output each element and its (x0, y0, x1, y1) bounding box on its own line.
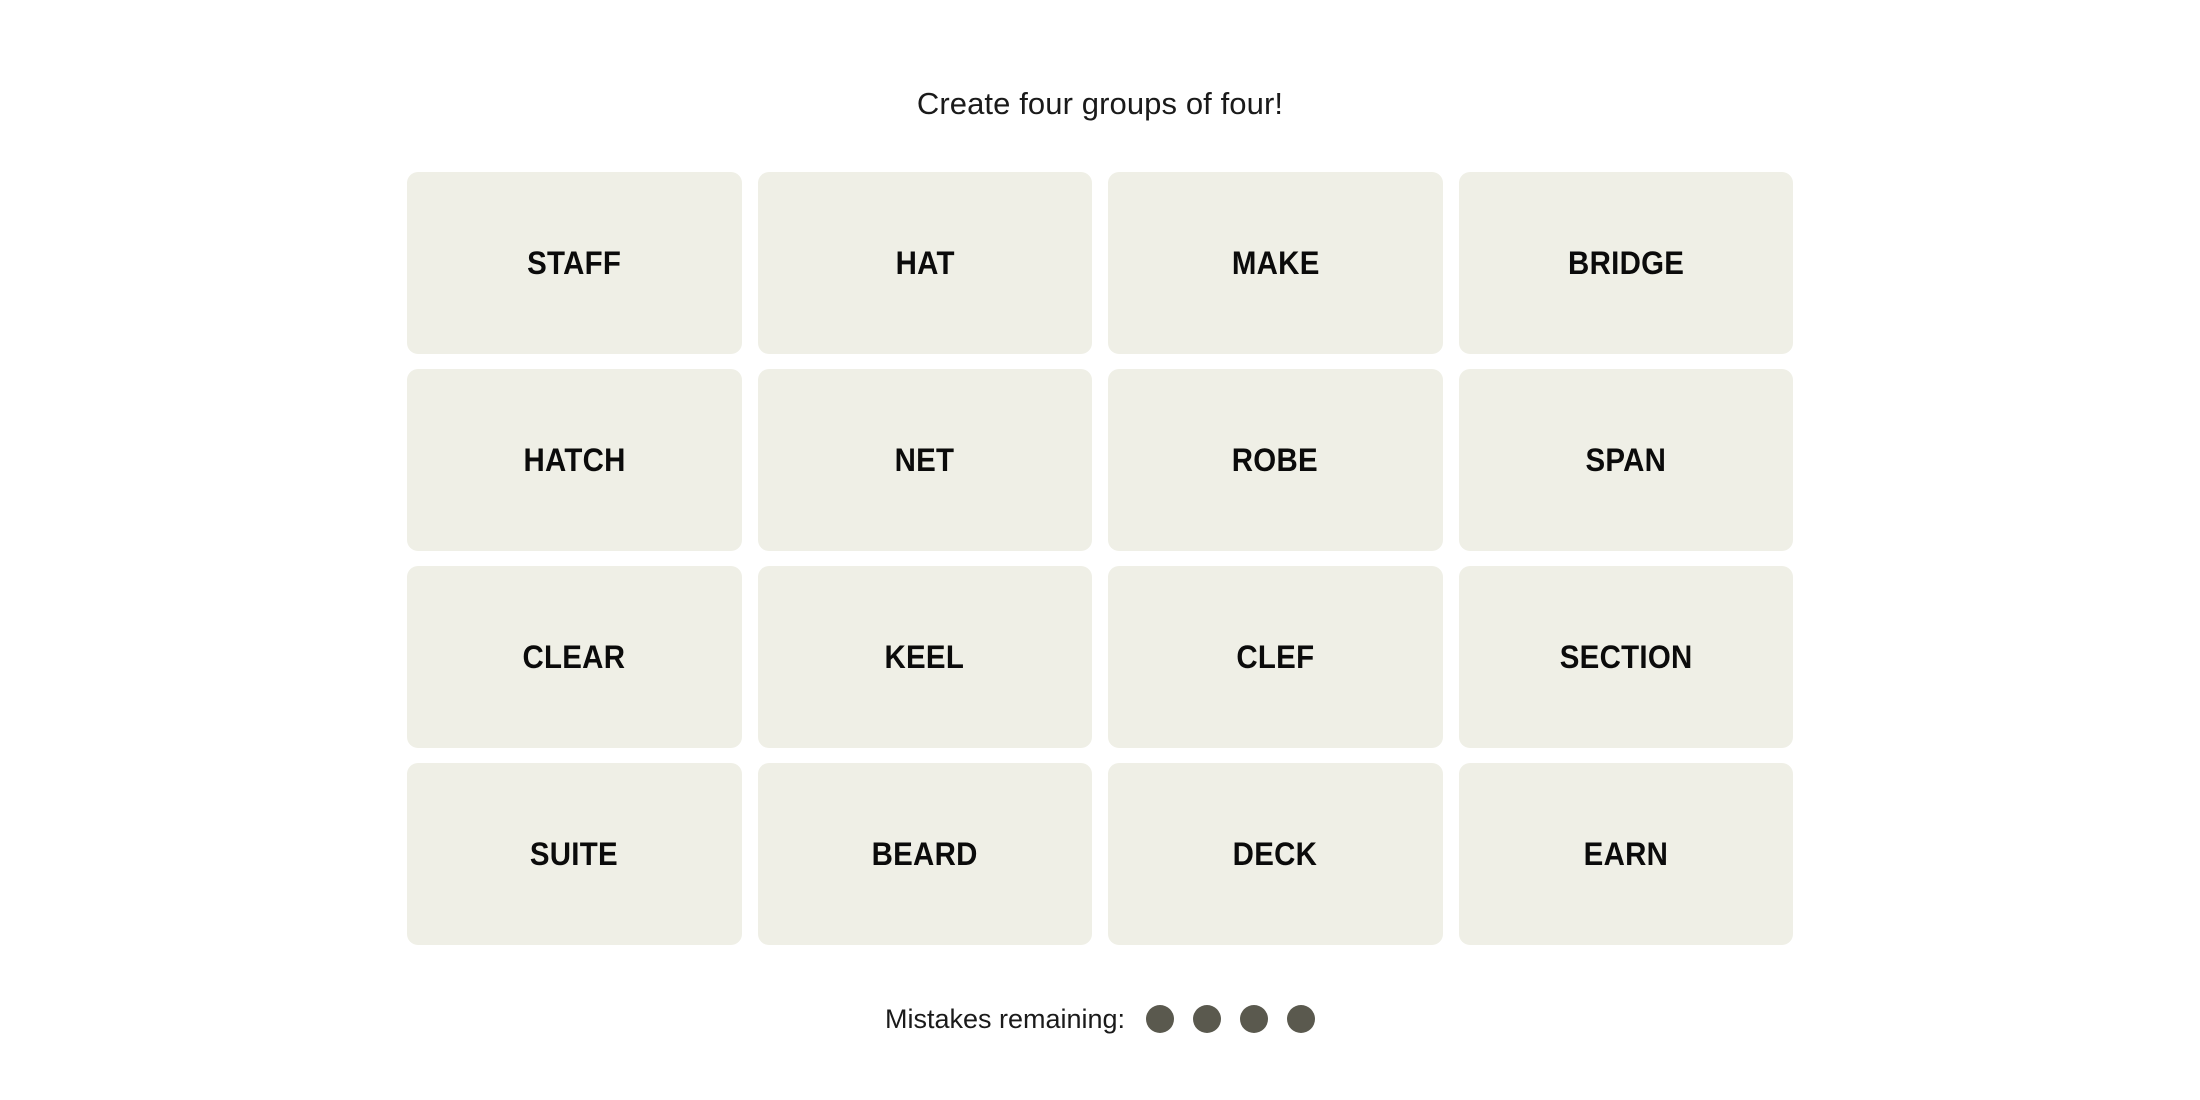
word-tile-label: CLEF (1236, 639, 1315, 675)
word-tile-robe[interactable]: ROBE (1108, 369, 1443, 551)
word-tile-label: SUITE (530, 836, 619, 872)
word-tile-net[interactable]: NET (757, 369, 1092, 551)
mistake-dot-icon (1287, 1005, 1316, 1033)
word-tile-label: KEEL (884, 639, 965, 675)
word-tile-hat[interactable]: HAT (757, 172, 1092, 354)
word-tile-staff[interactable]: STAFF (407, 172, 742, 354)
mistake-dot-icon (1193, 1005, 1222, 1033)
mistakes-remaining: Mistakes remaining: (884, 1003, 1316, 1034)
word-tile-label: DECK (1232, 836, 1318, 872)
word-tile-clear[interactable]: CLEAR (407, 566, 742, 748)
word-tile-span[interactable]: SPAN (1458, 369, 1793, 551)
word-tile-label: BEARD (871, 836, 978, 872)
word-tile-label: NET (894, 442, 955, 478)
mistakes-dot-group (1146, 1005, 1316, 1033)
word-tile-label: SECTION (1559, 639, 1693, 675)
mistakes-remaining-label: Mistakes remaining: (884, 1003, 1126, 1034)
mistake-dot-icon (1240, 1005, 1269, 1033)
word-tile-label: BRIDGE (1567, 245, 1684, 281)
word-tile-make[interactable]: MAKE (1108, 172, 1443, 354)
word-tile-earn[interactable]: EARN (1458, 763, 1793, 945)
word-tile-label: SPAN (1585, 442, 1667, 478)
word-tile-section[interactable]: SECTION (1458, 566, 1793, 748)
word-tile-label: CLEAR (522, 639, 626, 675)
mistake-dot-icon (1146, 1005, 1175, 1033)
word-tile-hatch[interactable]: HATCH (407, 369, 742, 551)
page-title: Create four groups of four! (916, 86, 1284, 121)
connections-game: Create four groups of four! STAFF HAT MA… (0, 0, 2200, 1100)
word-tile-deck[interactable]: DECK (1108, 763, 1443, 945)
word-tile-beard[interactable]: BEARD (757, 763, 1092, 945)
word-tile-label: MAKE (1231, 245, 1320, 281)
word-tile-label: HAT (895, 245, 955, 281)
word-tile-keel[interactable]: KEEL (757, 566, 1092, 748)
word-tile-label: HATCH (523, 442, 626, 478)
word-tile-suite[interactable]: SUITE (407, 763, 742, 945)
word-tile-label: ROBE (1232, 442, 1319, 478)
word-tile-label: STAFF (527, 245, 622, 281)
word-tile-clef[interactable]: CLEF (1108, 566, 1443, 748)
word-tile-bridge[interactable]: BRIDGE (1458, 172, 1793, 354)
word-tile-label: EARN (1583, 836, 1669, 872)
word-grid: STAFF HAT MAKE BRIDGE HATCH NET ROBE SPA… (407, 172, 1793, 945)
